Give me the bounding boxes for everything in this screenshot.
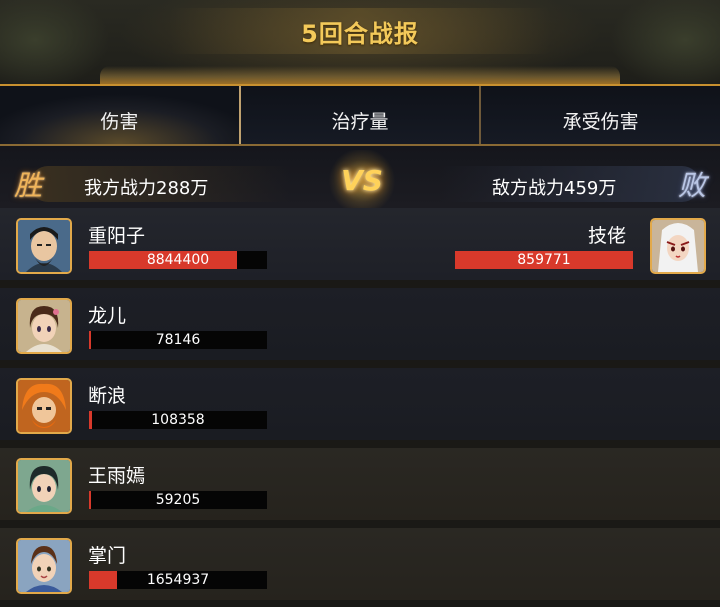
enemy-power: 敌方战力459万 [492,178,617,199]
damage-bar: 108358 [89,411,267,429]
hero-avatar[interactable] [16,298,72,354]
vs-emblem: VS [326,150,398,212]
hero-avatar[interactable] [16,218,72,274]
enemy-name: 技佬 [588,225,627,247]
enemy-avatar[interactable] [650,218,706,274]
hero-name: 重阳子 [88,225,146,247]
hero-name: 掌门 [88,545,127,567]
tab-damage[interactable]: 伤害 [0,86,241,144]
hero-name: 断浪 [88,385,127,407]
header-ornament [100,66,620,84]
stat-tabs: 伤害 治疗量 承受伤害 [0,84,720,146]
ally-power: 我方战力288万 [84,178,209,199]
hero-avatar[interactable] [16,378,72,434]
tab-damage-taken[interactable]: 承受伤害 [481,86,720,144]
tab-label: 承受伤害 [562,111,639,133]
victory-badge: 胜 [13,169,42,202]
damage-bar: 8844400 [89,251,267,269]
hero-avatar[interactable] [16,458,72,514]
damage-bar: 1654937 [89,571,267,589]
report-header: 5回合战报 [0,0,720,84]
tab-healing[interactable]: 治疗量 [240,86,482,144]
damage-bar: 59205 [89,491,267,509]
tab-label: 治疗量 [331,111,389,133]
damage-value: 59205 [155,492,201,508]
hero-avatar[interactable] [16,538,72,594]
damage-value: 108358 [151,412,205,428]
damage-bar: 859771 [455,251,633,269]
damage-value: 1654937 [146,572,210,588]
defeat-badge: 败 [677,169,706,202]
page-title: 5回合战报 [301,20,419,48]
hero-name: 龙儿 [88,305,127,327]
damage-value: 8844400 [146,252,210,268]
damage-bar: 78146 [89,331,267,349]
hero-name: 王雨嫣 [88,465,146,487]
damage-value: 859771 [517,252,571,268]
damage-value: 78146 [155,332,201,348]
tab-label: 伤害 [100,111,139,133]
